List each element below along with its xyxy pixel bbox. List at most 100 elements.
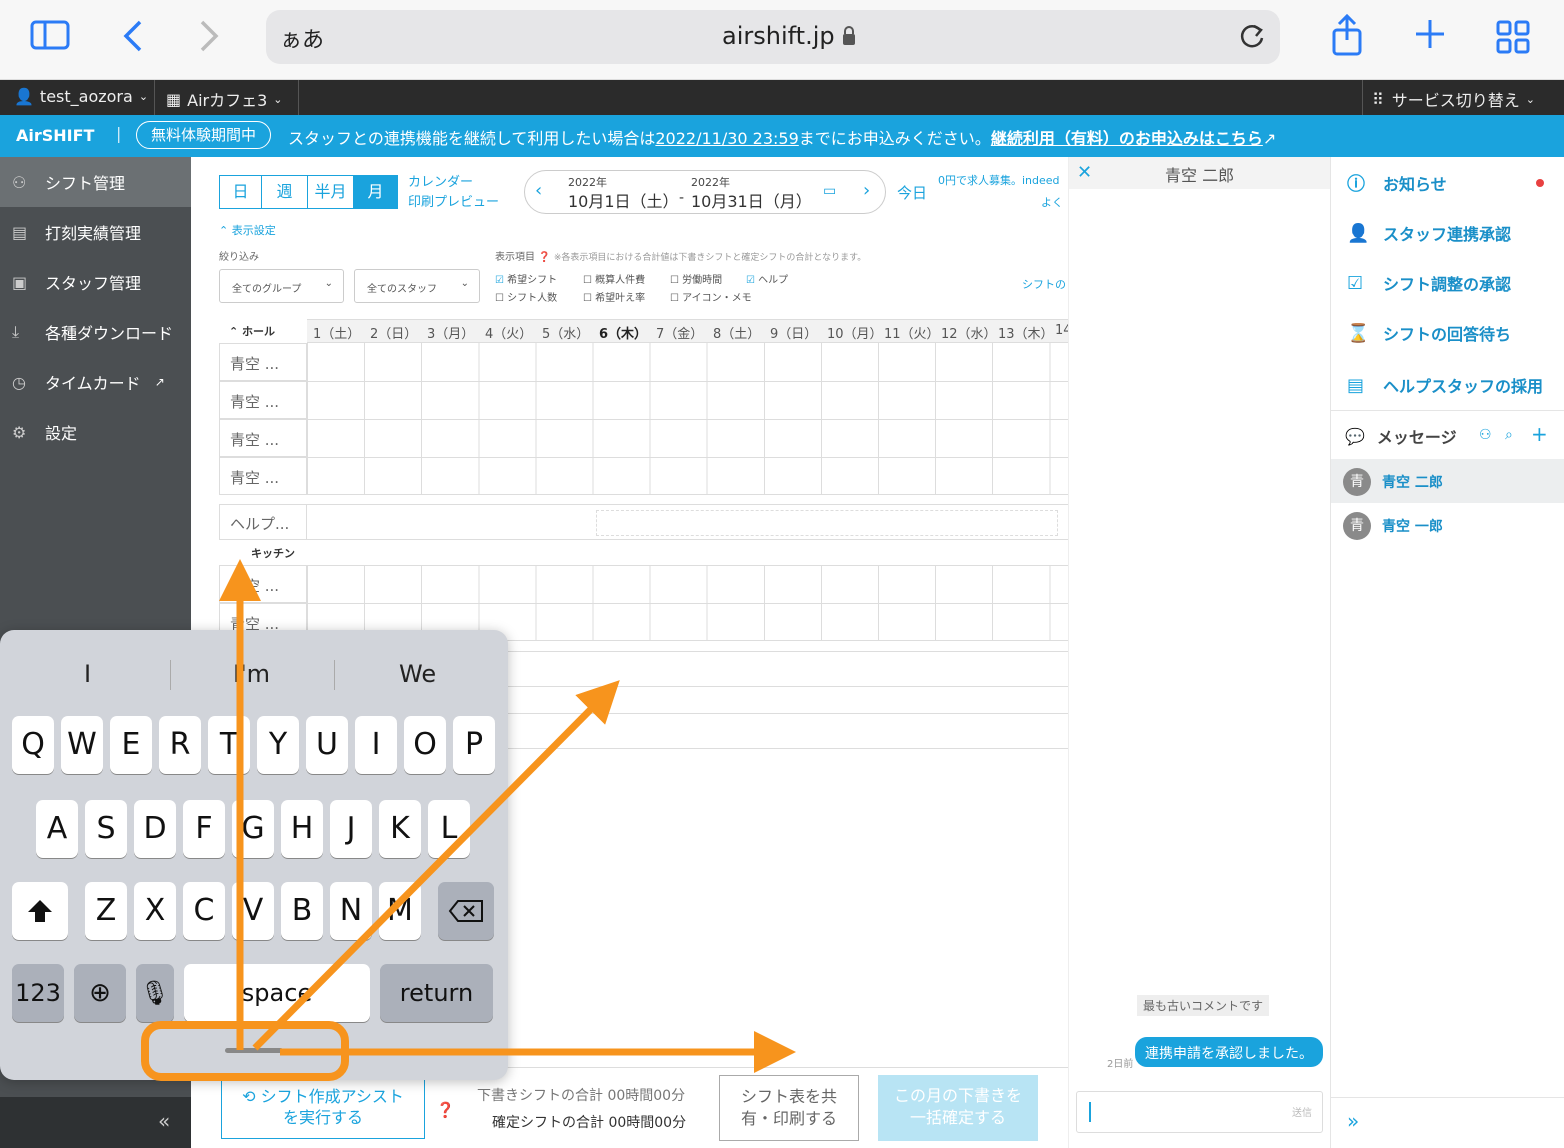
expand-icon[interactable]: » [1347,1109,1359,1133]
new-tab-icon[interactable] [1414,18,1446,59]
search-icon[interactable]: ⌕ [1505,427,1513,443]
key[interactable]: I [355,716,397,774]
help-staff-hiring-item[interactable]: ▤ ヘルプスタッフの採用 [1347,373,1543,397]
key[interactable]: S [85,800,127,858]
key[interactable]: U [306,716,348,774]
forward-icon[interactable] [196,18,222,63]
apply-link[interactable]: 継続利用（有料）のお申込みはこちら [991,129,1263,148]
tabs-overview-icon[interactable] [1496,20,1530,63]
suggestion[interactable]: I'm [233,660,270,688]
tab-day[interactable]: 日 [219,175,262,209]
url-text[interactable]: airshift.jp [722,22,835,50]
share-icon[interactable] [1330,13,1364,65]
reload-icon[interactable] [1238,22,1266,56]
message-input[interactable]: 送信 [1076,1091,1323,1133]
key[interactable]: A [36,800,78,858]
contact-item-selected[interactable]: 青 青空 二郎 [1331,459,1564,503]
sidebar-item-shift[interactable]: ⚇ シフト管理 [0,157,191,207]
key[interactable]: R [159,716,201,774]
calendar-icon[interactable]: ▭ [823,183,836,199]
key[interactable]: P [453,716,495,774]
contact-item[interactable]: 青 青空 一郎 [1331,503,1564,547]
help-slots[interactable] [596,510,1058,536]
user-menu[interactable]: 👤 test_aozora ⌄ [14,87,148,106]
key[interactable]: J [330,800,372,858]
key[interactable]: O [404,716,446,774]
shift-adjust-approval-item[interactable]: ☑ シフト調整の承認 [1347,271,1511,295]
key[interactable]: W [61,716,103,774]
key[interactable]: H [281,800,323,858]
date-range-picker[interactable]: ‹ 2022年 10月1日（土） - 2022年 10月31日（月） ▭ › [524,170,886,214]
help-icon[interactable]: ❓ [538,252,550,263]
delete-key[interactable] [438,882,494,940]
tab-month[interactable]: 月 [353,175,398,209]
key[interactable]: M [379,882,421,940]
kitchen-header[interactable]: キッチン [251,545,295,561]
staff-select[interactable]: 全てのスタッフ ⌄ [354,269,480,303]
shift-key[interactable] [12,882,68,940]
promo-link[interactable]: 0円で求人募集。indeed [938,172,1060,188]
key[interactable]: E [110,716,152,774]
check-hope-rate[interactable]: ☐ 希望叶え率 [583,289,645,304]
notice-item[interactable]: ⓘ お知らせ [1347,170,1447,196]
help-icon[interactable]: ❓ [436,1101,455,1119]
staff-row-label[interactable]: 青空 ... [219,457,307,495]
key[interactable]: X [134,882,176,940]
staff-link-approval-item[interactable]: 👤 スタッフ連携承認 [1347,221,1511,245]
staff-row-label[interactable]: 青空 ... [219,565,307,603]
key[interactable]: V [232,882,274,940]
service-switch[interactable]: ⠿ サービス切り替え ⌄ [1372,87,1535,111]
key[interactable]: Y [257,716,299,774]
globe-icon[interactable]: ⊕ [74,964,126,1022]
awaiting-answer-item[interactable]: ⌛ シフトの回答待ち [1347,321,1511,345]
calendar-print-preview[interactable]: カレンダー 印刷プレビュー [408,173,499,213]
key[interactable]: Q [12,716,54,774]
check-help[interactable]: ☑ ヘルプ [746,271,788,286]
staff-row-label[interactable]: 青空 ... [219,381,307,419]
key[interactable]: F [183,800,225,858]
key[interactable]: C [183,882,225,940]
key[interactable]: D [134,800,176,858]
staff-row-label[interactable]: 青空 ... [219,343,307,381]
return-key[interactable]: return [380,964,493,1022]
address-bar[interactable]: ぁあ airshift.jp [266,10,1280,64]
display-settings-toggle[interactable]: ⌃ 表示設定 [219,222,276,238]
check-hope-shift[interactable]: ☑ 希望シフト [495,271,557,286]
sidebar-item-timecard[interactable]: ◷ タイムカード ↗ [0,357,191,407]
user-filter-icon[interactable]: ⚇ [1479,427,1492,443]
check-labor-cost[interactable]: ☐ 概算人件費 [583,271,645,286]
microphone-icon[interactable]: 🎙 [136,964,174,1022]
sidebar-item-attendance[interactable]: ▤ 打刻実績管理 [0,207,191,257]
shift-link[interactable]: シフトの [1022,276,1066,292]
ime-indicator[interactable]: ぁあ [280,22,324,54]
chevron-left-icon[interactable]: ‹ [535,180,542,201]
key[interactable]: K [379,800,421,858]
share-print-button[interactable]: シフト表を共 有・印刷する [719,1075,859,1141]
sidebar-item-staff[interactable]: ▣ スタッフ管理 [0,257,191,307]
tab-halfmonth[interactable]: 半月 [307,175,354,209]
key[interactable]: G [232,800,274,858]
suggestion[interactable]: I [84,660,91,688]
chevron-right-icon[interactable]: › [863,180,870,201]
check-icon-memo[interactable]: ☐ アイコン・メモ [670,289,752,304]
today-button[interactable]: 今日 [897,182,927,203]
sidebar-toggle-icon[interactable] [30,18,70,61]
check-shift-count[interactable]: ☐ シフト人数 [495,289,557,304]
send-button[interactable]: 送信 [1292,1104,1312,1119]
store-menu[interactable]: ▦ Airカフェ3 ⌄ [166,87,283,111]
hall-header[interactable]: ⌃ ホール [219,319,307,343]
key[interactable]: L [428,800,470,858]
sidebar-item-settings[interactable]: ⚙ 設定 [0,407,191,457]
bulk-confirm-button[interactable]: この月の下書きを 一括確定する [878,1075,1038,1141]
help-row[interactable] [307,504,1068,540]
suggestion[interactable]: We [399,660,436,688]
tab-week[interactable]: 週 [261,175,308,209]
space-key[interactable]: space [184,964,370,1022]
key[interactable]: T [208,716,250,774]
key[interactable]: Z [85,882,127,940]
sidebar-item-download[interactable]: ⤓ 各種ダウンロード [0,307,191,357]
close-icon[interactable]: ✕ [1077,162,1092,183]
faq-link[interactable]: よく [1041,194,1063,210]
key[interactable]: N [330,882,372,940]
group-select[interactable]: 全てのグループ ⌄ [219,269,344,303]
